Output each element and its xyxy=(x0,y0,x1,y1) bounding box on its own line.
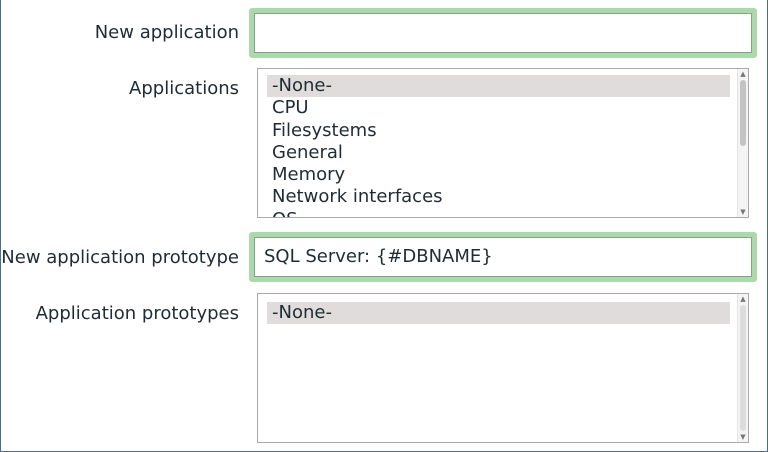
chevron-up-icon[interactable]: ▲ xyxy=(738,294,748,304)
applications-label: Applications xyxy=(129,78,239,99)
application-prototypes-option-none[interactable]: -None- xyxy=(267,302,730,325)
new-application-input[interactable] xyxy=(254,13,752,53)
applications-option-cpu[interactable]: CPU xyxy=(267,97,730,119)
chevron-down-icon[interactable]: ▼ xyxy=(738,207,748,217)
new-application-label: New application xyxy=(94,22,239,43)
form-frame: New application Applications -None- CPU … xyxy=(0,0,768,452)
applications-options: -None- CPU Filesystems General Memory Ne… xyxy=(267,75,730,217)
applications-option-none[interactable]: -None- xyxy=(267,75,730,98)
applications-option-memory[interactable]: Memory xyxy=(267,164,730,186)
applications-listbox[interactable]: -None- CPU Filesystems General Memory Ne… xyxy=(257,68,749,218)
new-application-prototype-field-wrapper: SQL Server: {#DBNAME} xyxy=(249,232,757,282)
applications-option-os[interactable]: OS xyxy=(267,209,730,217)
applications-option-network-interfaces[interactable]: Network interfaces xyxy=(267,186,730,208)
new-application-prototype-label: New application prototype xyxy=(1,247,239,268)
applications-scroll-thumb[interactable] xyxy=(740,80,746,146)
application-prototypes-scrollbar[interactable]: ▲ ▼ xyxy=(737,294,748,442)
new-application-prototype-input[interactable]: SQL Server: {#DBNAME} xyxy=(254,237,752,277)
chevron-down-icon[interactable]: ▼ xyxy=(738,432,748,442)
new-application-field-wrapper xyxy=(249,8,757,58)
application-prototypes-listbox[interactable]: -None- ▲ ▼ xyxy=(257,293,749,443)
applications-option-filesystems[interactable]: Filesystems xyxy=(267,120,730,142)
applications-option-general[interactable]: General xyxy=(267,142,730,164)
applications-scrollbar[interactable]: ▲ ▼ xyxy=(737,69,748,217)
chevron-up-icon[interactable]: ▲ xyxy=(738,69,748,79)
application-prototypes-label: Application prototypes xyxy=(35,303,239,324)
application-prototypes-scroll-track xyxy=(740,305,746,431)
application-prototypes-options: -None- xyxy=(267,302,730,325)
